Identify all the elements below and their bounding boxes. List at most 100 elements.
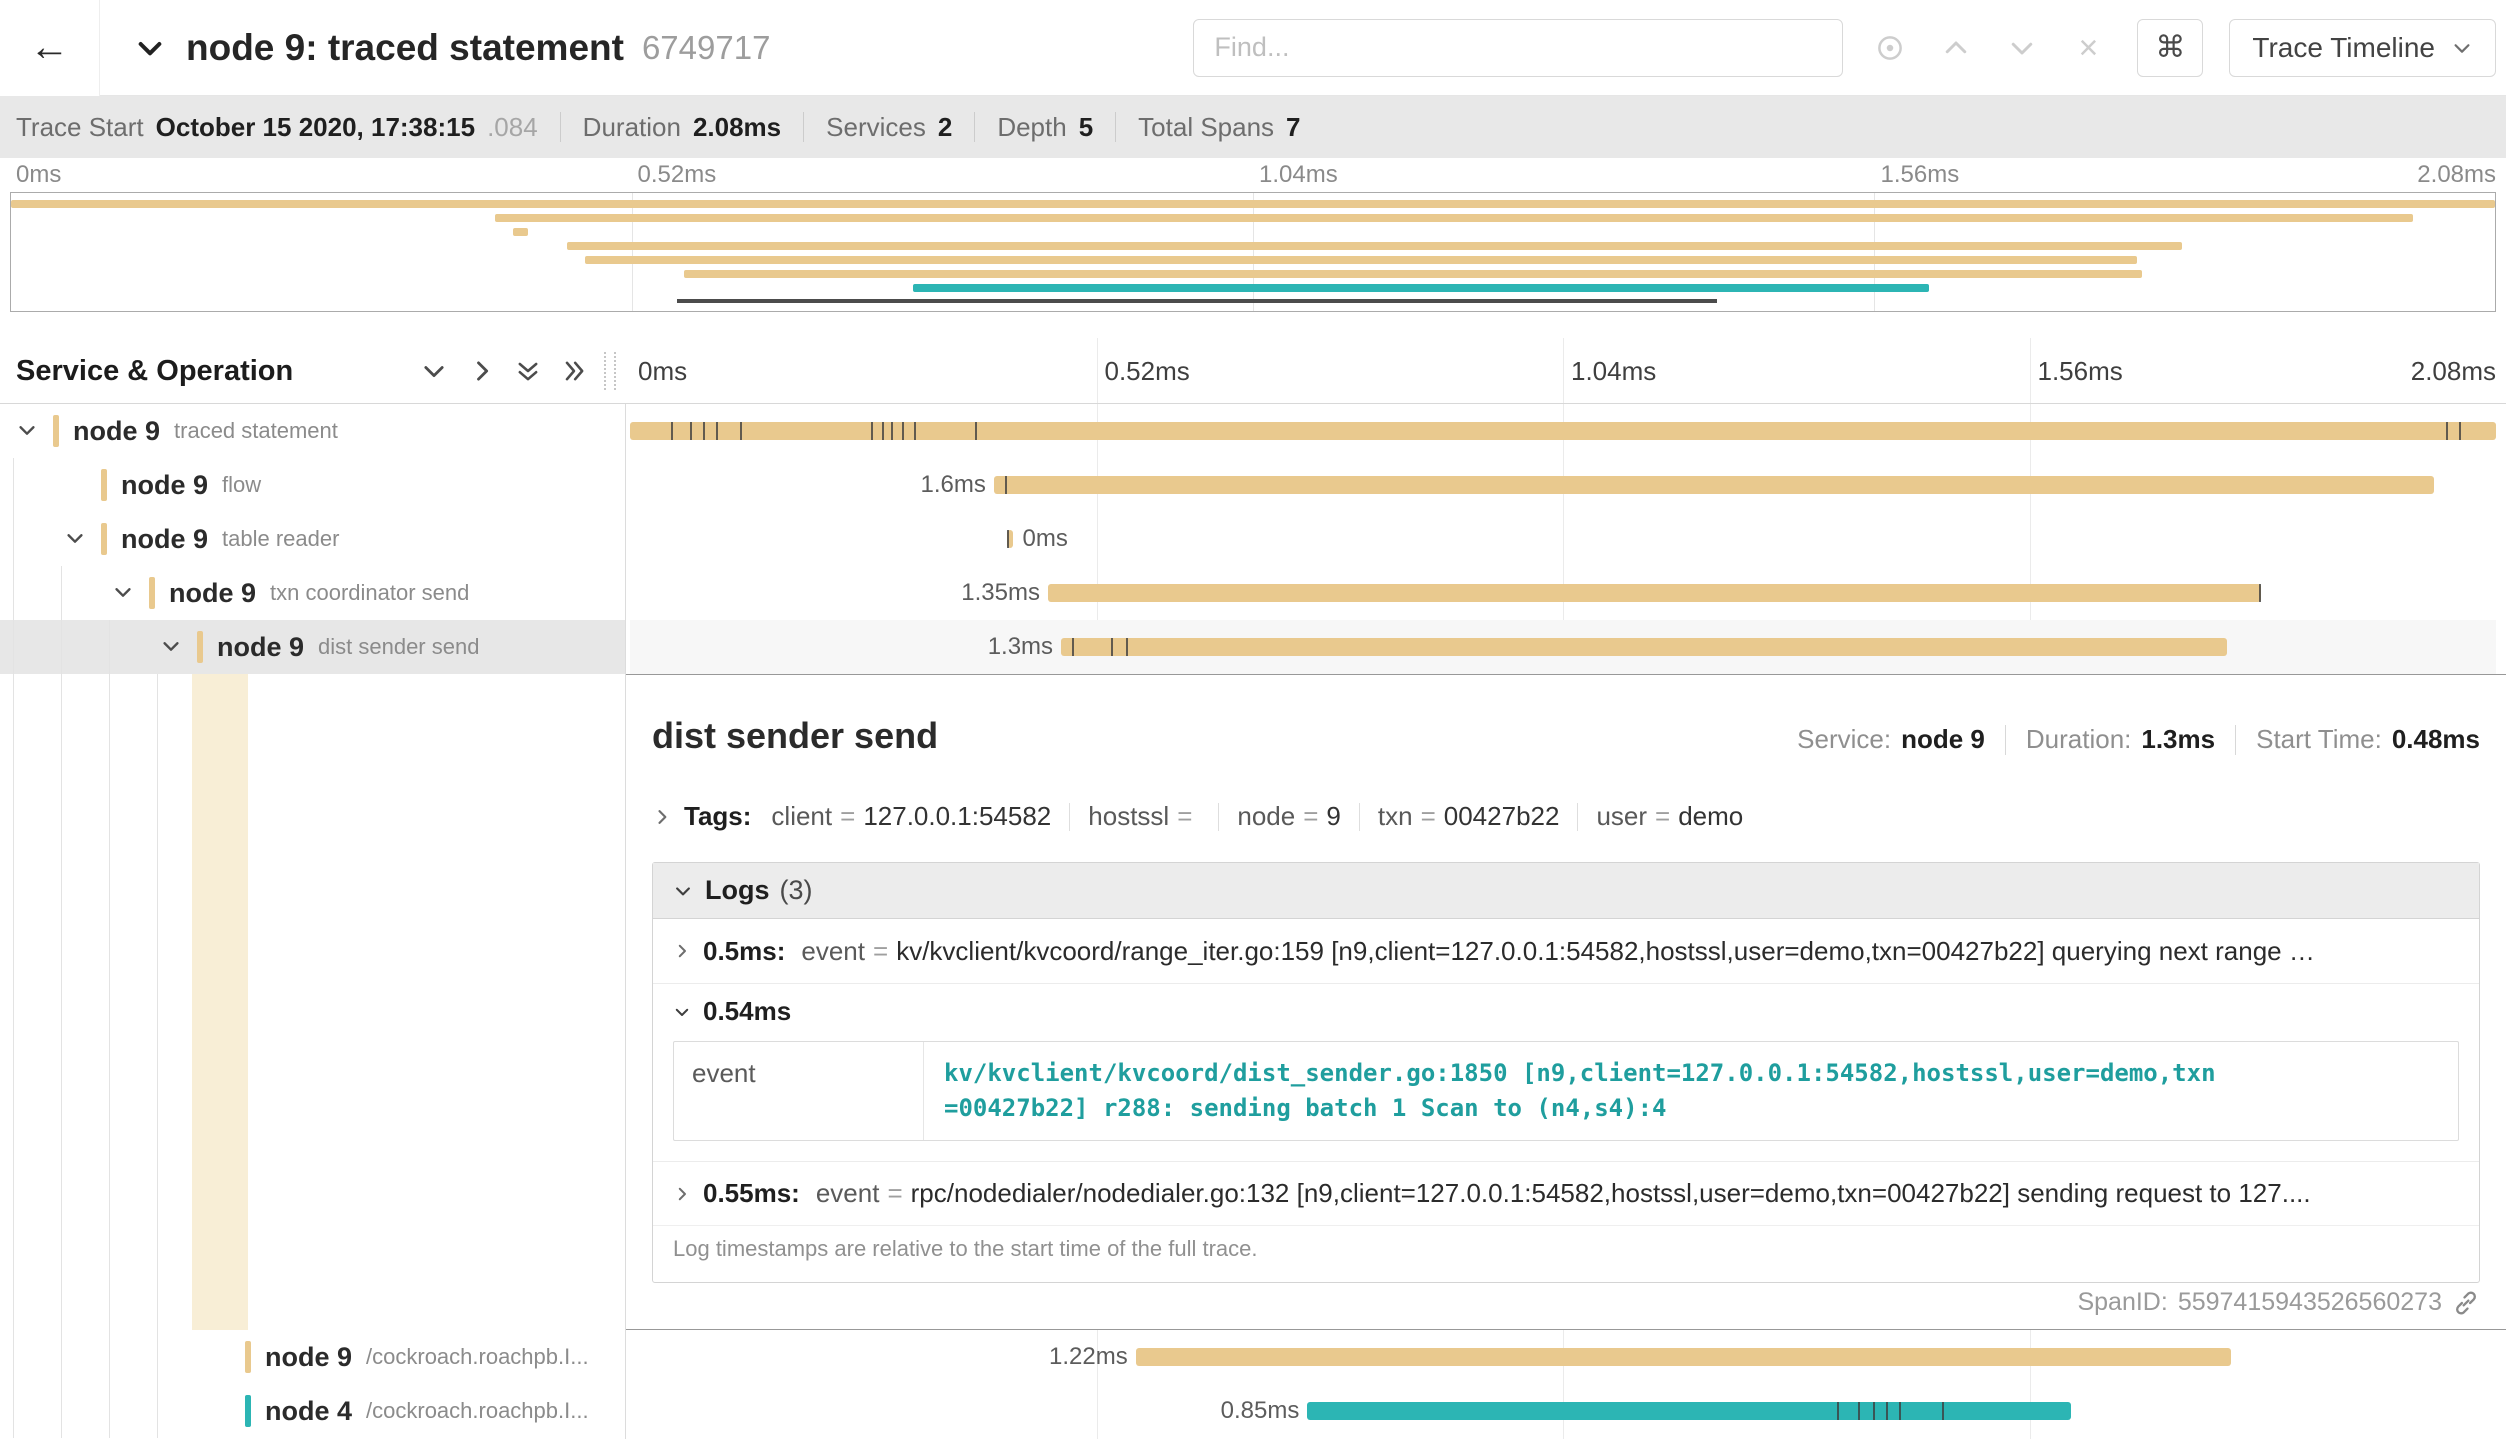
equals-sign: = (840, 801, 855, 832)
span-operation-name: flow (222, 472, 261, 498)
indent-guide (109, 674, 110, 1330)
span-operation-name: traced statement (174, 418, 338, 444)
span-timeline-cell[interactable]: 0ms (630, 512, 2496, 566)
back-button[interactable]: ← (0, 0, 100, 96)
span-operation-name: /cockroach.roachpb.I... (366, 1344, 589, 1370)
equals-sign: = (1303, 801, 1318, 832)
span-bar[interactable] (630, 422, 2496, 440)
minimap-span-bar (495, 214, 2413, 222)
keyboard-shortcuts-button[interactable]: ⌘ (2137, 19, 2203, 77)
minimap-canvas[interactable] (10, 192, 2496, 312)
logs-count: (3) (780, 875, 813, 906)
prev-match-chevron-up-icon[interactable] (1939, 31, 1973, 65)
span-name-cell[interactable]: node 9traced statement (0, 404, 625, 458)
span-name-cell[interactable]: node 9table reader (0, 512, 625, 566)
span-timeline-cell[interactable]: 0.85ms (630, 1384, 2496, 1438)
tag: hostssl= (1088, 801, 1200, 832)
span-name-cell[interactable]: node 9txn coordinator send (0, 566, 625, 620)
tags-accordion[interactable]: Tags: client=127.0.0.1:54582hostssl=node… (626, 757, 2506, 832)
span-name-cell[interactable]: node 4/cockroach.roachpb.I... (0, 1384, 625, 1438)
span-timeline-cell[interactable]: 1.3ms (630, 620, 2496, 674)
trace-start: Trace Start October 15 2020, 17:38:15 .0… (16, 112, 538, 143)
span-event-tick (914, 422, 916, 440)
trace-title: node 9: traced statement (186, 27, 624, 69)
span-row[interactable]: node 9txn coordinator send1.35ms (0, 566, 2506, 620)
selected-span-indent-band (192, 674, 248, 1330)
chevron-down-icon[interactable] (64, 527, 88, 551)
service-label: Service: (1797, 724, 1891, 755)
equals-sign: = (887, 1178, 902, 1209)
span-row[interactable]: node 9flow1.6ms (0, 458, 2506, 512)
span-event-tick (1942, 1402, 1944, 1420)
clear-find-icon[interactable]: × (2071, 31, 2105, 65)
span-bar[interactable] (994, 476, 2435, 494)
chevron-down-icon (2451, 37, 2473, 59)
span-bar[interactable] (1061, 638, 2227, 656)
link-icon[interactable] (2452, 1289, 2480, 1317)
minimap-span-bar (585, 256, 2138, 264)
span-timeline-cell[interactable]: 1.35ms (630, 566, 2496, 620)
log-field-name: event (816, 1178, 880, 1209)
span-event-tick (716, 422, 718, 440)
focus-match-icon[interactable] (1873, 31, 1907, 65)
logs-footer-note: Log timestamps are relative to the start… (653, 1225, 2479, 1282)
trace-title-collapse-chevron-icon[interactable] (134, 32, 166, 64)
span-timeline-cell[interactable] (630, 404, 2496, 458)
axis-tick-label: 0ms (638, 338, 687, 404)
chevron-down-icon[interactable] (160, 635, 184, 659)
span-operation-name: dist sender send (318, 634, 479, 660)
span-name-cell[interactable]: node 9flow (0, 458, 625, 512)
span-row[interactable]: node 9/cockroach.roachpb.I...1.22ms (0, 1330, 2506, 1384)
chevron-down-icon[interactable] (112, 581, 136, 605)
trace-id: 6749717 (642, 29, 770, 67)
separator (1359, 803, 1360, 831)
trace-view-selector[interactable]: Trace Timeline (2229, 19, 2496, 77)
span-color-indicator (149, 577, 155, 609)
trace-start-ms: .084 (487, 112, 538, 143)
span-color-indicator (53, 415, 59, 447)
chevron-right-icon (673, 1185, 691, 1203)
span-duration-label: 1.3ms (988, 620, 1053, 674)
span-name-cell[interactable]: node 9dist sender send (0, 620, 625, 674)
tag-key: node (1237, 801, 1295, 832)
log-entry[interactable]: 0.5ms: event = kv/kvclient/kvcoord/range… (653, 919, 2479, 983)
log-entry-expanded: 0.54ms event kv/kvclient/kvcoord/dist_se… (653, 983, 2479, 1141)
span-bar[interactable] (1307, 1402, 2070, 1420)
logs-accordion-header[interactable]: Logs (3) (653, 863, 2479, 919)
minimap-gridline (1253, 193, 1254, 311)
separator (2005, 725, 2006, 755)
tag-key: client (771, 801, 832, 832)
equals-sign: = (873, 936, 888, 967)
span-service-name: node 4 (265, 1396, 352, 1427)
find-input[interactable] (1193, 19, 1843, 77)
axis-tick-label: 0.52ms (638, 158, 717, 192)
span-bar[interactable] (1136, 1348, 2231, 1366)
span-timeline-cell[interactable]: 1.22ms (630, 1330, 2496, 1384)
axis-tick-label: 1.56ms (1881, 158, 1960, 192)
minimap-gridline (632, 193, 633, 311)
span-event-tick (1072, 638, 1074, 656)
indent-guide (109, 1384, 110, 1438)
span-bar[interactable] (1048, 584, 2261, 602)
trace-summary-bar: Trace Start October 15 2020, 17:38:15 .0… (0, 96, 2506, 158)
span-operation-name: /cockroach.roachpb.I... (366, 1398, 589, 1424)
span-row[interactable]: node 9dist sender send 1.3ms (0, 620, 2506, 674)
span-row[interactable]: node 9traced statement (0, 404, 2506, 458)
log-entry[interactable]: 0.55ms: event = rpc/nodedialer/nodediale… (653, 1161, 2479, 1225)
trace-services: Services 2 (826, 112, 952, 143)
service-value: node 9 (1901, 724, 1985, 755)
span-row[interactable]: node 4/cockroach.roachpb.I...0.85ms (0, 1384, 2506, 1438)
span-name-cell[interactable]: node 9/cockroach.roachpb.I... (0, 1330, 625, 1384)
span-color-indicator (245, 1395, 251, 1427)
panel-divider[interactable] (625, 338, 626, 1439)
chevron-down-icon[interactable] (16, 419, 40, 443)
span-timeline-cell[interactable]: 1.6ms (630, 458, 2496, 512)
span-row[interactable]: node 9table reader0ms (0, 512, 2506, 566)
trace-view-selector-label: Trace Timeline (2252, 32, 2435, 64)
tags-label: Tags: (684, 801, 751, 832)
next-match-chevron-down-icon[interactable] (2005, 31, 2039, 65)
span-event-tick (703, 422, 705, 440)
log-entry-header[interactable]: 0.54ms (653, 983, 2479, 1039)
tag: node=9 (1237, 801, 1341, 832)
tag: txn=00427b22 (1378, 801, 1560, 832)
